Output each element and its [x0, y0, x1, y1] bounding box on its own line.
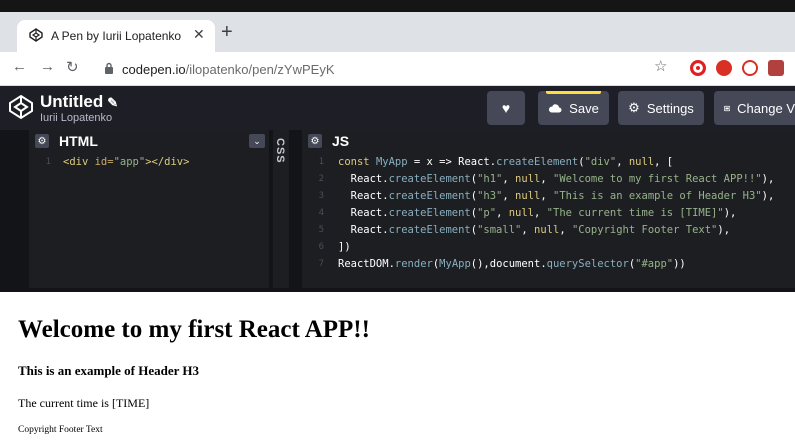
address-bar[interactable]: codepen.io/ilopatenko/pen/zYwPEyK [94, 56, 694, 82]
code-text: React.createElement("h1", null, "Welcome… [338, 173, 775, 185]
pen-author[interactable]: Iurii Lopatenko [40, 112, 112, 124]
html-tag-close: ></div> [145, 156, 190, 168]
lock-icon [105, 62, 113, 74]
output-heading-h1: Welcome to my first React APP!! [18, 316, 370, 343]
line-number: 2 [318, 174, 324, 184]
new-tab-icon[interactable]: + [221, 22, 233, 42]
code-line: 3 React.createElement("h3", null, "This … [302, 188, 795, 205]
html-editor-title: HTML [59, 133, 98, 149]
window-top-edge [0, 0, 795, 12]
html-editor[interactable]: ⚙ HTML ⌄ 1 <div id="app"></div> [29, 130, 269, 288]
code-line: 2 React.createElement("h1", null, "Welco… [302, 171, 795, 188]
layout-icon [724, 105, 731, 111]
pen-title-text: Untitled [40, 92, 104, 111]
browser-tab[interactable]: A Pen by Iurii Lopatenko ✕ [17, 20, 215, 52]
js-editor-header: ⚙ JS [302, 130, 795, 152]
code-line: 1 <div id="app"></div> [29, 154, 269, 171]
forward-icon[interactable]: → [40, 58, 55, 75]
line-number: 1 [45, 157, 51, 167]
code-text: ReactDOM.render(MyApp(),document.querySe… [338, 258, 686, 270]
browser-tabstrip: A Pen by Iurii Lopatenko ✕ + [0, 0, 795, 52]
code-text: <div id="app"></div> [63, 154, 189, 171]
line-number: 4 [318, 208, 324, 218]
html-tag-open: <div [63, 156, 95, 168]
code-text: React.createElement("small", null, "Copy… [338, 224, 731, 236]
line-number: 3 [318, 191, 324, 201]
code-text: React.createElement("p", null, "The curr… [338, 207, 737, 219]
change-view-button[interactable]: Change V [714, 91, 795, 125]
codepen-logo-icon[interactable] [8, 94, 34, 120]
output-heading-h3: This is an example of Header H3 [18, 363, 200, 378]
code-text: const MyApp = x => React.createElement("… [338, 156, 674, 168]
code-line: 7 ReactDOM.render(MyApp(),document.queryS… [302, 256, 795, 273]
code-line: 6]) [302, 239, 795, 256]
line-number: 6 [318, 242, 324, 252]
codepen-header: Untitled ✎ Iurii Lopatenko ♥ Save ⚙ Setti… [0, 86, 795, 130]
settings-label: Settings [646, 100, 694, 116]
result-preview: Welcome to my first React APP!! This is … [0, 292, 795, 440]
css-editor-collapsed[interactable]: CSS [273, 130, 289, 288]
html-attr-value: "app" [113, 156, 146, 168]
html-editor-header: ⚙ HTML [29, 130, 269, 152]
block-extension-icon[interactable] [742, 60, 758, 76]
code-line: 5 React.createElement("small", null, "Co… [302, 222, 795, 239]
js-code[interactable]: 1 const MyApp = x => React.createElement(… [302, 154, 795, 273]
line-number: 7 [318, 259, 324, 269]
tab-close-icon[interactable]: ✕ [193, 26, 205, 43]
output-small-text: Copyright Footer Text [18, 425, 103, 435]
adblock-extension-icon[interactable] [716, 60, 732, 76]
back-icon[interactable]: ← [12, 58, 27, 75]
save-button[interactable]: Save [538, 91, 609, 125]
url-host: codepen.io [122, 62, 186, 77]
change-view-label: Change V [737, 100, 795, 116]
code-text: React.createElement("h3", null, "This is… [338, 190, 775, 202]
editor-panels: ⚙ HTML ⌄ 1 <div id="app"></div> CSS ⚙ JS… [0, 130, 795, 292]
address-url: codepen.io/ilopatenko/pen/zYwPEyK [122, 62, 335, 77]
output-paragraph: The current time is [TIME] [18, 396, 150, 410]
tab-title: A Pen by Iurii Lopatenko [51, 29, 182, 43]
love-button[interactable]: ♥ [487, 91, 525, 125]
codepen-favicon-icon [29, 28, 43, 42]
js-editor-title: JS [332, 133, 350, 149]
pen-title[interactable]: Untitled ✎ [40, 92, 118, 112]
js-settings-gear-icon[interactable]: ⚙ [308, 134, 322, 148]
heart-icon: ♥ [501, 100, 511, 116]
gear-icon: ⚙ [628, 100, 640, 115]
code-line: 1 const MyApp = x => React.createElement(… [302, 154, 795, 171]
save-label: Save [569, 100, 599, 116]
url-path: /ilopatenko/pen/zYwPEyK [185, 62, 335, 77]
css-editor-title: CSS [274, 138, 286, 164]
extension-badge-icon[interactable] [768, 60, 784, 76]
html-settings-gear-icon[interactable]: ⚙ [35, 134, 49, 148]
html-code[interactable]: 1 <div id="app"></div> [29, 154, 269, 171]
js-editor[interactable]: ⚙ JS 1 const MyApp = x => React.createEle… [302, 130, 795, 288]
html-collapse-chevron-icon[interactable]: ⌄ [249, 134, 265, 148]
edit-pencil-icon[interactable]: ✎ [107, 95, 118, 110]
code-line: 4 React.createElement("p", null, "The cu… [302, 205, 795, 222]
line-number: 1 [318, 157, 324, 167]
html-attr: id= [94, 156, 114, 168]
settings-button[interactable]: ⚙ Settings [618, 91, 704, 125]
code-text: ]) [338, 241, 351, 253]
reload-icon[interactable]: ↻ [66, 58, 79, 76]
browser-toolbar: ← → ↻ codepen.io/ilopatenko/pen/zYwPEyK … [0, 52, 795, 86]
cloud-icon [549, 104, 562, 113]
opera-extension-icon[interactable] [690, 60, 706, 76]
bookmark-star-icon[interactable]: ☆ [654, 57, 667, 75]
line-number: 5 [318, 225, 324, 235]
